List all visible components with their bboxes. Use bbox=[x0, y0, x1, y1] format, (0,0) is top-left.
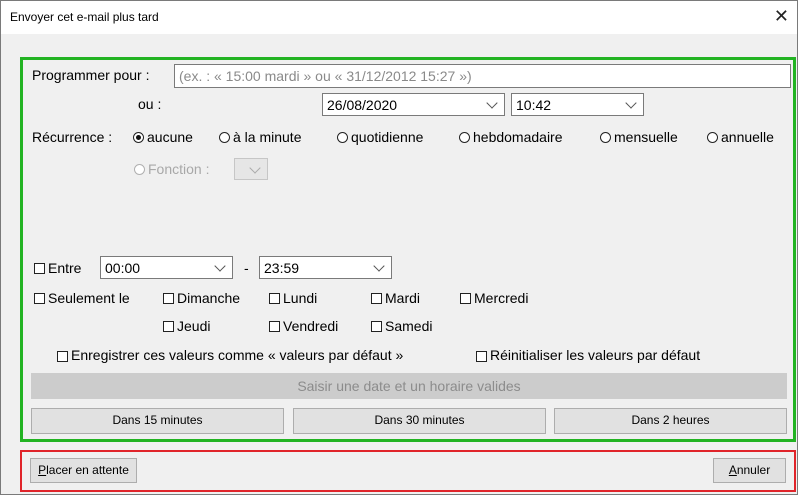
checkbox-mardi[interactable] bbox=[371, 293, 382, 304]
radio-hebdomadaire[interactable] bbox=[459, 132, 470, 143]
window-title: Envoyer cet e-mail plus tard bbox=[10, 10, 159, 24]
recurrence-label: Récurrence : bbox=[32, 129, 113, 145]
checkbox-lundi[interactable] bbox=[269, 293, 280, 304]
schedule-dialog: Envoyer cet e-mail plus tard ✕ Programme… bbox=[0, 0, 798, 495]
radio-fonction[interactable] bbox=[134, 164, 145, 175]
schedule-label: Programmer pour : bbox=[32, 67, 150, 83]
radio-aucune[interactable] bbox=[133, 132, 144, 143]
between-start-value: 00:00 bbox=[105, 260, 141, 276]
jeudi-label: Jeudi bbox=[177, 318, 211, 334]
save-defaults-checkbox[interactable] bbox=[57, 351, 68, 362]
chevron-down-icon bbox=[486, 97, 498, 109]
between-separator: - bbox=[244, 260, 249, 276]
only-days-checkbox[interactable] bbox=[34, 293, 45, 304]
mardi-label: Mardi bbox=[385, 290, 421, 306]
lundi-label: Lundi bbox=[283, 290, 318, 306]
title-bar: Envoyer cet e-mail plus tard ✕ bbox=[1, 1, 797, 34]
between-label: Entre bbox=[48, 260, 82, 276]
or-label: ou : bbox=[138, 96, 162, 112]
between-end-select[interactable]: 23:59 bbox=[259, 256, 392, 279]
vendredi-label: Vendredi bbox=[283, 318, 339, 334]
radio-mensuelle-label: mensuelle bbox=[614, 129, 678, 145]
samedi-label: Samedi bbox=[385, 318, 433, 334]
radio-quotidienne-label: quotidienne bbox=[351, 129, 424, 145]
schedule-text-input[interactable]: (ex. : « 15:00 mardi » ou « 31/12/2012 1… bbox=[174, 64, 791, 88]
radio-hebdomadaire-label: hebdomadaire bbox=[473, 129, 563, 145]
save-defaults-label: Enregistrer ces valeurs comme « valeurs … bbox=[71, 347, 404, 363]
between-checkbox[interactable] bbox=[34, 263, 45, 274]
radio-minute[interactable] bbox=[219, 132, 230, 143]
between-end-value: 23:59 bbox=[264, 260, 300, 276]
chevron-down-icon bbox=[625, 97, 637, 109]
date-value: 26/08/2020 bbox=[327, 97, 398, 113]
cancel-button[interactable]: Annuler bbox=[713, 458, 786, 483]
checkbox-samedi[interactable] bbox=[371, 321, 382, 332]
checkbox-vendredi[interactable] bbox=[269, 321, 280, 332]
cancel-accelerator: A bbox=[728, 463, 737, 477]
hold-label: lacer en attente bbox=[46, 463, 129, 477]
only-days-label: Seulement le bbox=[48, 290, 130, 306]
radio-mensuelle[interactable] bbox=[600, 132, 611, 143]
fonction-label: Fonction : bbox=[148, 161, 210, 177]
submit-date-button[interactable]: Saisir une date et un horaire valides bbox=[31, 373, 787, 399]
date-picker[interactable]: 26/08/2020 bbox=[322, 93, 505, 116]
in-30-minutes-button[interactable]: Dans 30 minutes bbox=[293, 408, 546, 434]
dimanche-label: Dimanche bbox=[177, 290, 241, 306]
time-value: 10:42 bbox=[516, 97, 552, 113]
checkbox-dimanche[interactable] bbox=[163, 293, 174, 304]
cancel-label: nnuler bbox=[736, 463, 771, 477]
time-picker[interactable]: 10:42 bbox=[511, 93, 644, 116]
checkbox-mercredi[interactable] bbox=[460, 293, 471, 304]
radio-aucune-label: aucune bbox=[147, 129, 193, 145]
hold-button[interactable]: Placer en attente bbox=[30, 458, 137, 483]
mercredi-label: Mercredi bbox=[474, 290, 529, 306]
chevron-down-icon bbox=[249, 162, 261, 174]
chevron-down-icon bbox=[373, 260, 385, 272]
close-icon[interactable]: ✕ bbox=[774, 6, 789, 27]
radio-annuelle-label: annuelle bbox=[721, 129, 774, 145]
hold-accelerator: P bbox=[38, 463, 47, 477]
radio-quotidienne[interactable] bbox=[337, 132, 348, 143]
checkbox-jeudi[interactable] bbox=[163, 321, 174, 332]
radio-minute-label: à la minute bbox=[233, 129, 302, 145]
in-2-hours-button[interactable]: Dans 2 heures bbox=[554, 408, 787, 434]
chevron-down-icon bbox=[214, 260, 226, 272]
reset-defaults-label: Réinitialiser les valeurs par défaut bbox=[490, 347, 701, 363]
fonction-select[interactable] bbox=[234, 158, 268, 180]
between-start-select[interactable]: 00:00 bbox=[100, 256, 233, 279]
in-15-minutes-button[interactable]: Dans 15 minutes bbox=[31, 408, 284, 434]
radio-annuelle[interactable] bbox=[707, 132, 718, 143]
reset-defaults-checkbox[interactable] bbox=[476, 351, 487, 362]
